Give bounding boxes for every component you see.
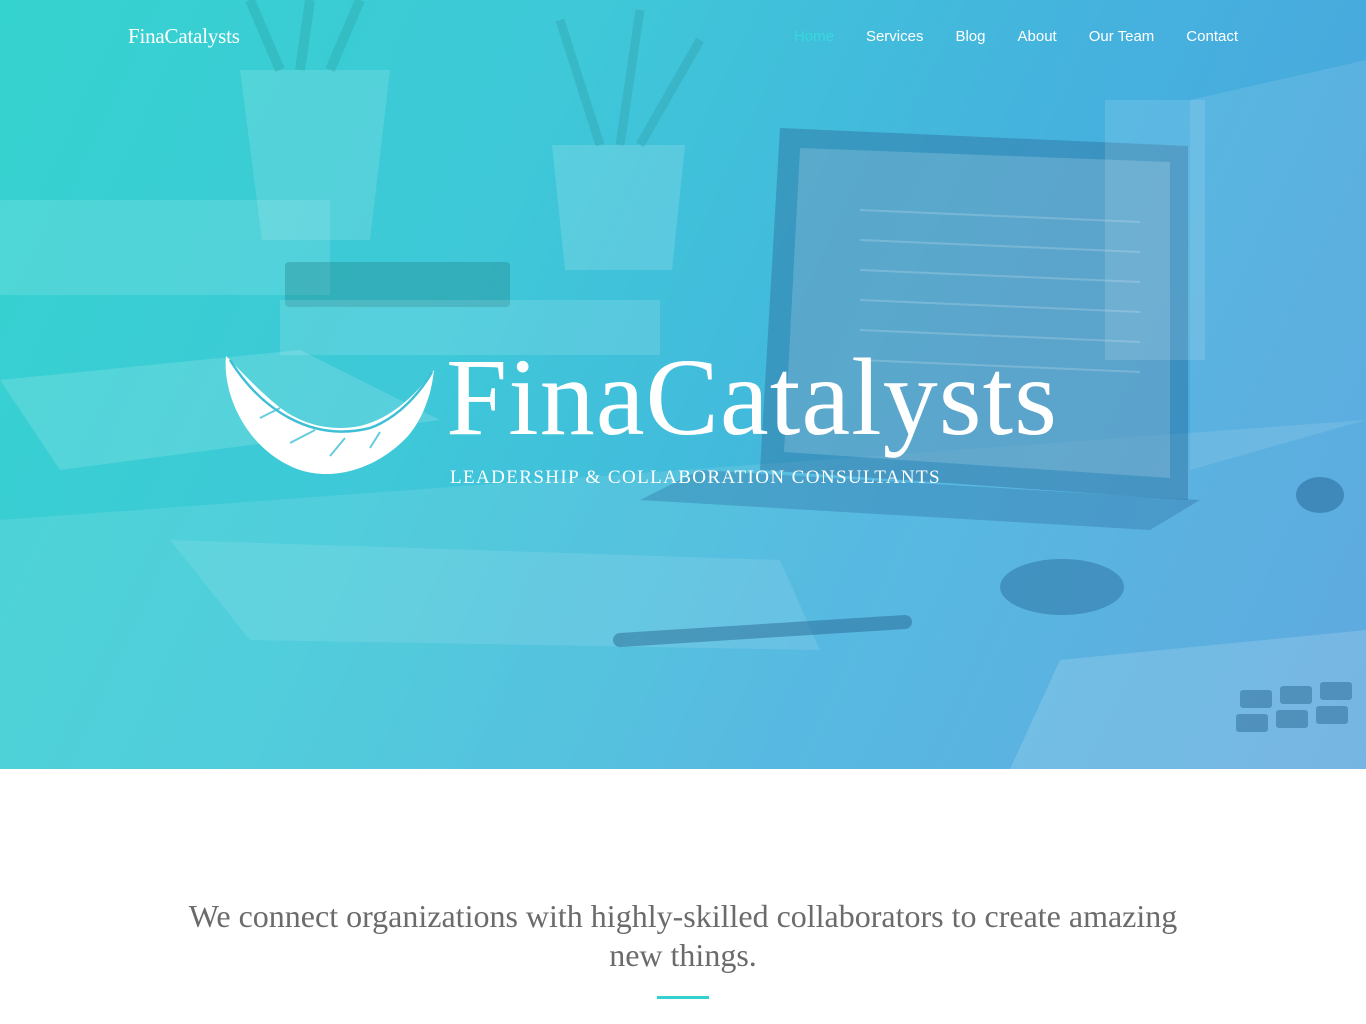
nav-item-home: Home	[778, 28, 850, 45]
nav-item-contact: Contact	[1170, 28, 1238, 45]
main-nav: Home Services Blog About Our Team Contac…	[778, 28, 1238, 45]
nav-link-home[interactable]: Home	[778, 28, 850, 45]
logo-tagline: LEADERSHIP & COLLABORATION CONSULTANTS	[450, 467, 941, 488]
nav-link-blog[interactable]: Blog	[939, 28, 1001, 45]
nav-item-our-team: Our Team	[1073, 28, 1171, 45]
nav-link-contact[interactable]: Contact	[1170, 28, 1238, 45]
nav-item-services: Services	[850, 28, 940, 45]
section-divider	[657, 996, 709, 999]
intro-statement: We connect organizations with highly-ski…	[188, 898, 1178, 973]
nav-link-services[interactable]: Services	[850, 28, 940, 45]
nav-link-our-team[interactable]: Our Team	[1073, 28, 1171, 45]
hero-logo: FinaCatalysts LEADERSHIP & COLLABORATION…	[220, 342, 1150, 498]
nav-item-about: About	[1002, 28, 1073, 45]
nav-link-about[interactable]: About	[1002, 28, 1073, 45]
site-brand-link[interactable]: FinaCatalysts	[128, 24, 240, 49]
logo-wordmark: FinaCatalysts	[446, 336, 1058, 458]
nav-item-blog: Blog	[939, 28, 1001, 45]
feather-icon	[225, 356, 434, 475]
hero-section: FinaCatalysts Home Services Blog About O…	[0, 0, 1366, 769]
